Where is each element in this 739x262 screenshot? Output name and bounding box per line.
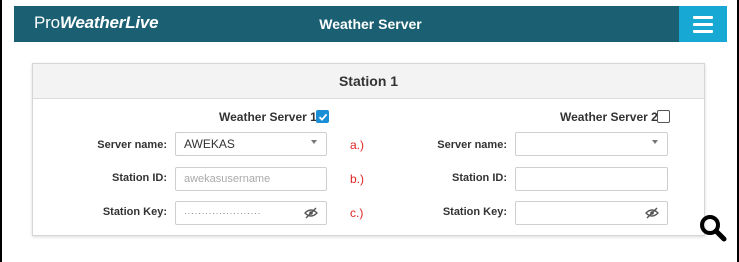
search-icon[interactable] [698,213,728,243]
server-2-name-label: Server name: [437,139,507,151]
hamburger-menu-button[interactable] [679,6,727,42]
server-1-station-id-input[interactable]: awekasusername [175,167,327,191]
marker-c: c.) [350,206,364,220]
app-header: ProWeatherLive Weather Server [14,6,727,42]
server-2-name-dropdown[interactable] [515,132,668,156]
marker-a: a.) [350,138,365,152]
server-1-station-id-label: Station ID: [112,172,167,184]
page-title: Weather Server [319,16,422,32]
chevron-down-icon [311,140,317,144]
marker-b: b.) [350,172,365,186]
station-title: Station 1 [33,64,704,99]
eye-off-icon[interactable] [645,207,659,219]
server-2-station-key-label: Station Key: [442,206,507,218]
server-1-station-key-label: Station Key: [102,206,167,218]
server-1-station-key-input[interactable]: ······················ [175,201,327,225]
eye-off-icon[interactable] [304,207,318,219]
weather-server-2-checkbox[interactable] [657,110,670,123]
server-2-station-key-input[interactable] [515,201,668,225]
hamburger-menu-icon [693,15,713,19]
server-1-name-label: Server name: [97,139,167,151]
weather-server-2-label: Weather Server 2 [560,110,658,124]
server-1-station-key-value: ······················ [184,208,261,218]
check-icon [318,113,327,121]
server-2-station-id-input[interactable] [515,167,668,191]
weather-server-1-checkbox[interactable] [316,110,329,123]
server-2-station-id-label: Station ID: [452,172,507,184]
server-1-name-dropdown[interactable]: AWEKAS [175,132,327,156]
station-card: Station 1 Weather Server 1 Weather Serve… [32,63,705,236]
weather-server-1-label: Weather Server 1 [219,110,317,124]
chevron-down-icon [652,140,658,144]
server-1-name-value: AWEKAS [184,137,235,151]
